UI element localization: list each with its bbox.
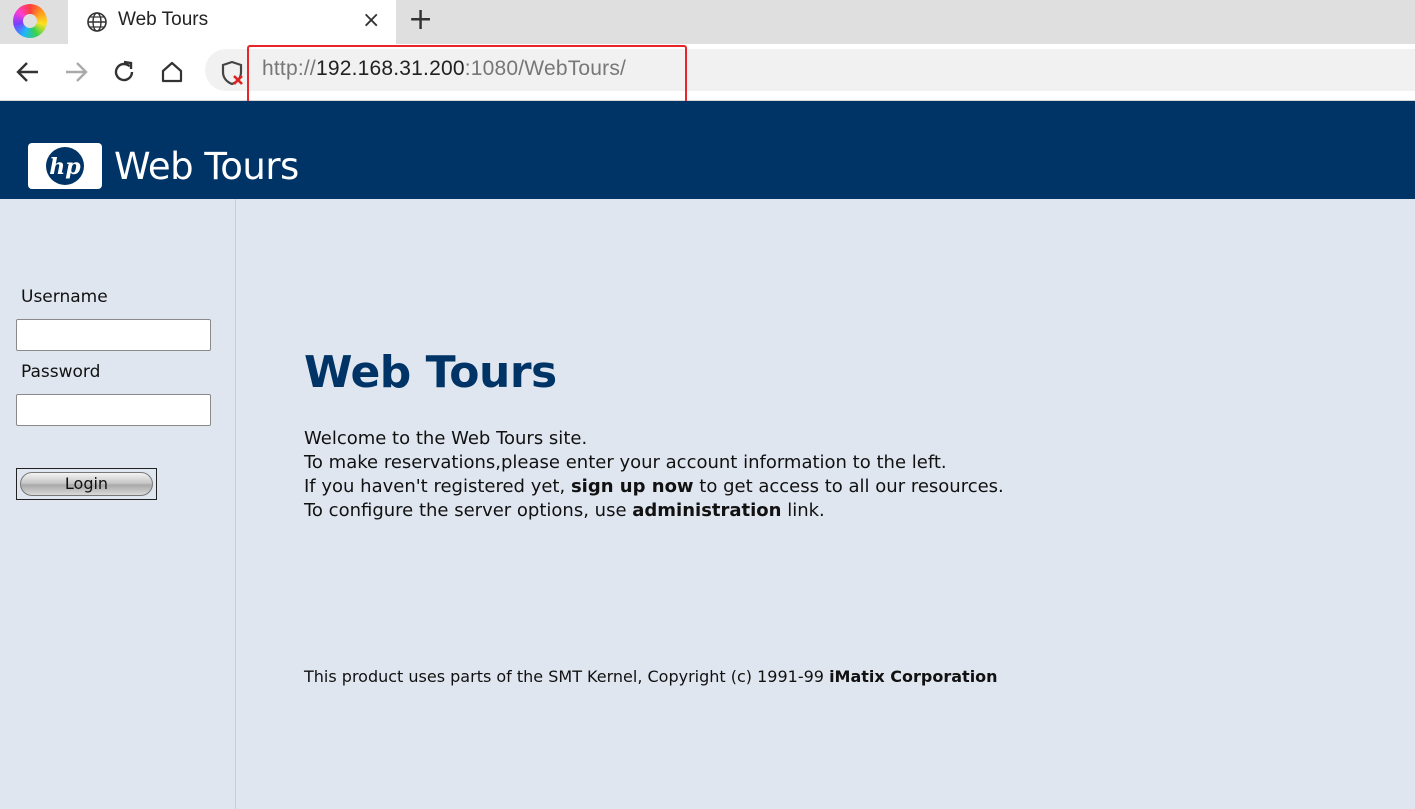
login-button-label: Login [20,472,153,496]
welcome-line-3: If you haven't registered yet, sign up n… [304,475,1004,499]
brand-title: Web Tours [114,145,299,188]
hp-logo-icon: hp [28,143,102,189]
browser-logo-icon [13,4,47,38]
administration-link[interactable]: administration [632,500,781,521]
username-input[interactable] [16,319,211,351]
tab-title: Web Tours [118,9,209,30]
imatix-link[interactable]: iMatix Corporation [829,667,998,686]
browser-toolbar: http://192.168.31.200:1080/WebTours/ [0,44,1415,101]
back-arrow-icon[interactable] [14,58,42,86]
username-label: Username [21,287,108,307]
login-button[interactable]: Login [16,468,157,500]
home-icon[interactable] [158,58,186,86]
welcome-line-4: To configure the server options, use adm… [304,499,1004,523]
forward-arrow-icon[interactable] [62,58,90,86]
globe-icon [87,12,107,32]
main-content: Web Tours Welcome to the Web Tours site.… [236,199,1415,809]
footer-text: This product uses parts of the SMT Kerne… [304,667,830,686]
logo-text: hp [49,154,81,180]
welcome-line-2: To make reservations,please enter your a… [304,452,947,473]
tab-web-tours[interactable]: Web Tours × [68,0,396,44]
login-sidebar: Username Password Login [0,199,236,809]
line-3-post: to get access to all our resources. [693,476,1004,497]
sign-up-link[interactable]: sign up now [571,476,694,497]
new-tab-button[interactable]: + [408,2,433,37]
highlight-box [247,45,687,109]
insecure-shield-icon[interactable] [220,59,246,87]
line-4-pre: To configure the server options, use [304,500,633,521]
password-label: Password [21,362,101,382]
line-3-pre: If you haven't registered yet, [304,476,571,497]
close-tab-icon[interactable]: × [362,8,380,33]
reload-icon[interactable] [110,58,138,86]
welcome-text: Welcome to the Web Tours site. To make r… [304,427,1004,523]
page-title: Web Tours [304,347,557,398]
password-input[interactable] [16,394,211,426]
line-4-post: link. [781,500,825,521]
tab-bar: Web Tours × + [0,0,1415,44]
welcome-line-1: Welcome to the Web Tours site. [304,428,588,449]
copyright-footer: This product uses parts of the SMT Kerne… [304,667,998,686]
site-header: hp Web Tours [0,101,1415,199]
